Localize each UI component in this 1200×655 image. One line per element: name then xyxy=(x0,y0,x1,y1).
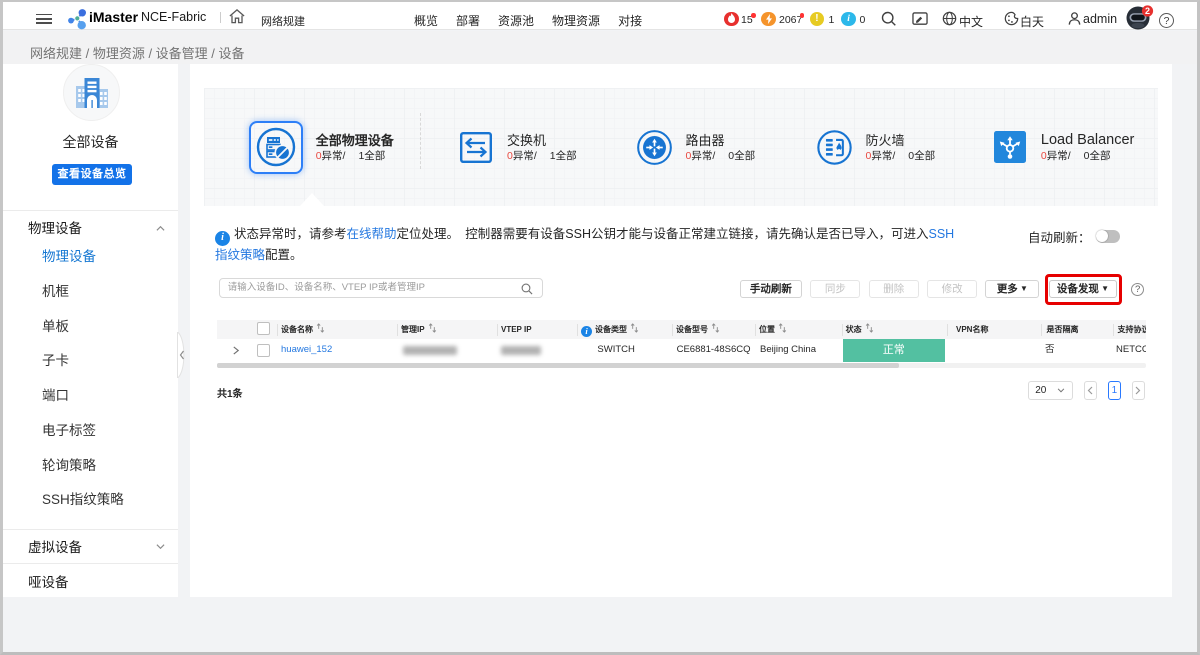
svg-text:2: 2 xyxy=(1145,6,1150,16)
